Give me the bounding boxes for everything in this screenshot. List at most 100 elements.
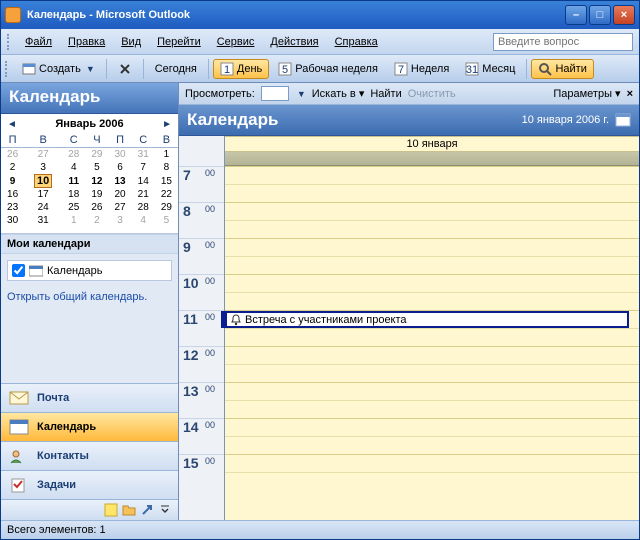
grid-line[interactable] (225, 166, 639, 184)
notes-icon[interactable] (104, 503, 118, 517)
date-cell[interactable]: 13 (108, 174, 131, 188)
shortcuts-icon[interactable] (140, 503, 154, 517)
appointment-item[interactable]: Встреча с участниками проекта (225, 311, 629, 328)
date-cell[interactable]: 31 (132, 148, 155, 162)
date-cell[interactable]: 5 (85, 161, 108, 174)
create-button[interactable]: Создать▼ (15, 59, 102, 79)
menu-file[interactable]: Файл (17, 33, 60, 51)
menu-actions[interactable]: Действия (262, 33, 326, 51)
date-cell[interactable]: 26 (85, 201, 108, 214)
grid-line[interactable] (225, 328, 639, 346)
date-cell[interactable]: 25 (62, 201, 85, 214)
calendar-checkbox[interactable] (12, 264, 25, 277)
date-cell[interactable]: 28 (132, 201, 155, 214)
day-header[interactable]: 10 января (225, 136, 639, 152)
find-link[interactable]: Найти (370, 88, 401, 100)
date-cell[interactable]: 20 (108, 188, 131, 201)
date-cell[interactable]: 21 (132, 188, 155, 201)
close-searchbar-button[interactable]: × (627, 88, 633, 100)
grid-line[interactable] (225, 418, 639, 436)
date-cell[interactable]: 4 (132, 214, 155, 227)
date-cell[interactable]: 28 (62, 148, 85, 162)
prev-month-button[interactable]: ◄ (7, 119, 17, 130)
delete-button[interactable] (111, 59, 139, 79)
date-cell[interactable]: 5 (155, 214, 178, 227)
date-cell[interactable]: 15 (155, 174, 178, 188)
date-cell[interactable]: 24 (24, 201, 62, 214)
grid-line[interactable] (225, 220, 639, 238)
menu-help[interactable]: Справка (327, 33, 386, 51)
date-cell[interactable]: 16 (1, 188, 24, 201)
date-cell[interactable]: 18 (62, 188, 85, 201)
date-cell[interactable]: 3 (108, 214, 131, 227)
workweek-view-button[interactable]: 5 Рабочая неделя (271, 59, 385, 79)
ask-question-input[interactable] (493, 33, 633, 51)
day-view-button[interactable]: 1 День (213, 59, 269, 79)
folder-icon[interactable] (122, 503, 136, 517)
grid-line[interactable] (225, 184, 639, 202)
date-cell[interactable]: 27 (108, 201, 131, 214)
date-cell[interactable]: 6 (108, 161, 131, 174)
all-day-row[interactable] (225, 152, 639, 166)
minimize-button[interactable]: – (565, 5, 587, 25)
nav-mail-button[interactable]: Почта (1, 383, 178, 412)
menu-service[interactable]: Сервис (209, 33, 263, 51)
grid-line[interactable] (225, 346, 639, 364)
date-cell[interactable]: 2 (85, 214, 108, 227)
menu-edit[interactable]: Правка (60, 33, 113, 51)
grid-line[interactable] (225, 202, 639, 220)
date-cell[interactable]: 26 (1, 148, 24, 162)
grid-line[interactable] (225, 472, 639, 490)
menubar-grip[interactable] (7, 34, 11, 50)
maximize-button[interactable]: □ (589, 5, 611, 25)
date-cell[interactable]: 29 (85, 148, 108, 162)
date-cell[interactable]: 14 (132, 174, 155, 188)
grid-line[interactable] (225, 382, 639, 400)
date-cell[interactable]: 1 (62, 214, 85, 227)
next-month-button[interactable]: ► (162, 119, 172, 130)
grid-line[interactable] (225, 256, 639, 274)
date-cell[interactable]: 29 (155, 201, 178, 214)
date-cell[interactable]: 8 (155, 161, 178, 174)
grid-line[interactable] (225, 364, 639, 382)
appointment-column[interactable]: Встреча с участниками проекта (225, 166, 639, 520)
nav-calendar-button[interactable]: Календарь (1, 412, 178, 441)
grid-line[interactable] (225, 436, 639, 454)
date-cell[interactable]: 31 (24, 214, 62, 227)
my-calendars-section[interactable]: Мои календари (1, 234, 178, 254)
date-cell[interactable]: 2 (1, 161, 24, 174)
date-cell[interactable]: 12 (85, 174, 108, 188)
date-cell[interactable]: 9 (1, 174, 24, 188)
grid-line[interactable] (225, 454, 639, 472)
menu-go[interactable]: Перейти (149, 33, 209, 51)
date-cell[interactable]: 22 (155, 188, 178, 201)
grid-line[interactable] (225, 274, 639, 292)
date-cell[interactable]: 1 (155, 148, 178, 162)
grid-line[interactable] (225, 292, 639, 310)
date-cell[interactable]: 27 (24, 148, 62, 162)
open-shared-calendar-link[interactable]: Открыть общий календарь. (1, 287, 178, 307)
grid-line[interactable] (225, 400, 639, 418)
date-cell[interactable]: 4 (62, 161, 85, 174)
date-cell[interactable]: 11 (62, 174, 85, 188)
look-in-link[interactable]: Искать в ▾ (312, 87, 365, 100)
find-button[interactable]: Найти (531, 59, 593, 79)
nav-contacts-button[interactable]: Контакты (1, 441, 178, 470)
calendar-checkbox-item[interactable]: Календарь (7, 260, 172, 281)
date-cell[interactable]: 7 (132, 161, 155, 174)
date-cell[interactable]: 17 (24, 188, 62, 201)
nav-tasks-button[interactable]: Задачи (1, 470, 178, 499)
date-cell[interactable]: 30 (108, 148, 131, 162)
today-button[interactable]: Сегодня (148, 60, 204, 78)
date-cell[interactable]: 10 (24, 174, 62, 188)
week-view-button[interactable]: 7 Неделя (387, 59, 456, 79)
date-cell[interactable]: 23 (1, 201, 24, 214)
grid-line[interactable] (225, 238, 639, 256)
close-button[interactable]: × (613, 5, 635, 25)
date-cell[interactable]: 19 (85, 188, 108, 201)
date-cell[interactable]: 30 (1, 214, 24, 227)
date-cell[interactable]: 3 (24, 161, 62, 174)
month-view-button[interactable]: 31 Месяц (458, 59, 522, 79)
view-selector[interactable] (261, 86, 289, 101)
menu-view[interactable]: Вид (113, 33, 149, 51)
